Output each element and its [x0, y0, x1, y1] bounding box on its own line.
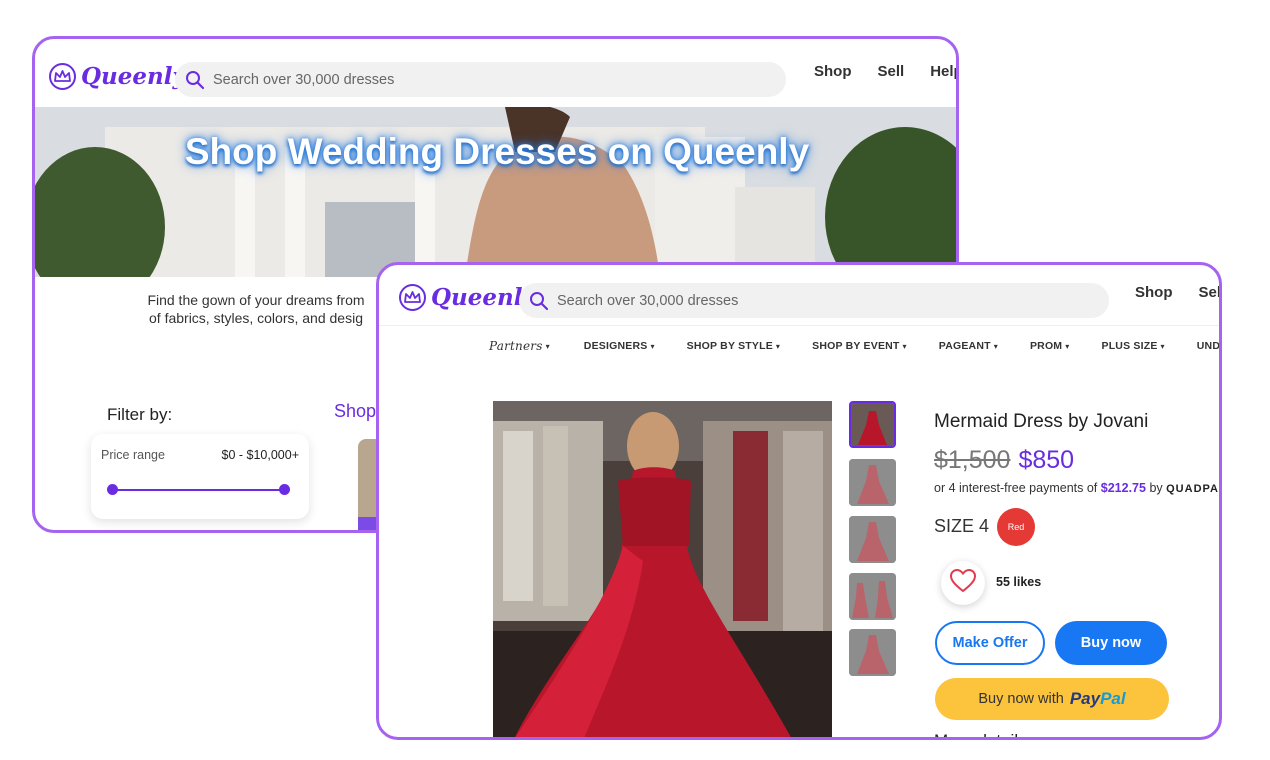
- installments-text: or 4 interest-free payments of: [934, 481, 1098, 495]
- category-shop-by-style[interactable]: SHOP BY STYLE ▾: [687, 339, 780, 353]
- price-slider-min-handle[interactable]: [107, 484, 118, 495]
- installment-amount: $212.75: [1100, 481, 1146, 495]
- search-input[interactable]: Search over 30,000 dresses: [175, 62, 786, 97]
- more-details-heading: More details: [934, 731, 1027, 737]
- category-shop-by-event[interactable]: SHOP BY EVENT ▾: [812, 339, 907, 353]
- search-placeholder: Search over 30,000 dresses: [213, 71, 395, 88]
- paypal-label: Buy now with: [978, 691, 1064, 707]
- color-badge: Red: [997, 508, 1035, 546]
- sale-price: $850: [1018, 446, 1075, 474]
- top-nav: Shop Sell Help: [814, 63, 956, 80]
- chevron-down-icon: ▾: [545, 341, 550, 351]
- nav-sell[interactable]: Sell: [1199, 284, 1220, 301]
- installments-by: by: [1149, 481, 1163, 495]
- price-range-filter: Price range $0 - $10,000+: [91, 434, 309, 519]
- chevron-down-icon: ▾: [993, 341, 998, 351]
- dress-photo: [493, 401, 832, 737]
- queenly-logo[interactable]: Queenly: [399, 284, 536, 311]
- shop-heading-link[interactable]: Shop: [334, 401, 376, 422]
- chevron-down-icon: ▾: [1160, 341, 1165, 351]
- description-line-2: of fabrics, styles, colors, and desig: [149, 310, 363, 326]
- hero-description: Find the gown of your dreams from of fab…: [131, 291, 381, 327]
- logo-text: Queenly: [81, 63, 186, 90]
- chevron-down-icon: ▾: [650, 341, 655, 351]
- heart-icon: [949, 568, 977, 598]
- hero-banner: Shop Wedding Dresses on Queenly: [35, 107, 956, 277]
- paypal-logo: PayPal: [1069, 689, 1126, 708]
- crown-icon: [399, 284, 426, 311]
- make-offer-button[interactable]: Make Offer: [935, 621, 1045, 665]
- product-thumbnail-1[interactable]: [849, 401, 896, 448]
- hero-title: Shop Wedding Dresses on Queenly: [184, 131, 810, 172]
- size-label: SIZE 4: [934, 516, 990, 536]
- quadpay-logo[interactable]: QUADPA: [1166, 483, 1219, 495]
- chevron-down-icon: ▾: [1065, 341, 1070, 351]
- search-input[interactable]: Search over 30,000 dresses: [519, 283, 1109, 318]
- product-title: Mermaid Dress by Jovani: [934, 411, 1149, 432]
- category-undi[interactable]: UNDI: [1197, 339, 1219, 353]
- category-partners[interactable]: Partners ▾: [489, 339, 550, 353]
- crown-icon: [49, 63, 76, 90]
- product-thumbnail-3[interactable]: [849, 516, 896, 563]
- category-pageant[interactable]: PAGEANT ▾: [939, 339, 998, 353]
- filter-label: Filter by:: [107, 405, 173, 424]
- thumbnail-image: [849, 516, 896, 563]
- price-range-label: Price range: [101, 448, 165, 462]
- product-thumbnail-4[interactable]: [849, 573, 896, 620]
- queenly-logo[interactable]: Queenly: [49, 63, 186, 90]
- nav-shop[interactable]: Shop: [1135, 284, 1173, 301]
- nav-sell[interactable]: Sell: [878, 63, 905, 80]
- paypal-button[interactable]: Buy now with PayPal: [935, 678, 1169, 720]
- search-icon: [529, 291, 549, 311]
- price-slider-track[interactable]: [111, 489, 284, 491]
- top-nav: Shop Sell: [1135, 284, 1220, 301]
- thumbnail-image: [849, 459, 896, 506]
- price-range-value: $0 - $10,000+: [221, 448, 300, 462]
- category-nav: Partners ▾ DESIGNERS ▾ SHOP BY STYLE ▾ SHOP…: [489, 339, 1219, 353]
- like-button[interactable]: [941, 561, 985, 605]
- likes-count: 55 likes: [996, 575, 1042, 589]
- category-plus-size[interactable]: PLUS SIZE ▾: [1101, 339, 1164, 353]
- nav-help[interactable]: Help: [930, 63, 956, 80]
- chevron-down-icon: ▾: [902, 341, 907, 351]
- original-price: $1,500: [934, 446, 1011, 474]
- product-thumbnail-2[interactable]: [849, 459, 896, 506]
- thumbnail-image: [849, 573, 896, 620]
- product-detail-window: Queenly Search over 30,000 dresses Shop …: [376, 262, 1222, 740]
- category-prom[interactable]: PROM ▾: [1030, 339, 1070, 353]
- thumbnail-image: [849, 629, 896, 676]
- nav-shop[interactable]: Shop: [814, 63, 852, 80]
- description-line-1: Find the gown of your dreams from: [147, 292, 365, 308]
- search-icon: [185, 70, 205, 90]
- header-divider: [379, 325, 1219, 326]
- chevron-down-icon: ▾: [775, 341, 781, 351]
- category-designers[interactable]: DESIGNERS ▾: [584, 339, 655, 353]
- buy-now-button[interactable]: Buy now: [1055, 621, 1167, 665]
- search-placeholder: Search over 30,000 dresses: [557, 292, 739, 309]
- price-row: $1,500 $850: [934, 446, 1074, 475]
- thumbnail-image: [851, 403, 894, 446]
- product-main-image[interactable]: [493, 401, 832, 737]
- installments-info: or 4 interest-free payments of $212.75 b…: [934, 481, 1219, 495]
- product-thumbnail-5[interactable]: [849, 629, 896, 676]
- price-slider-max-handle[interactable]: [279, 484, 290, 495]
